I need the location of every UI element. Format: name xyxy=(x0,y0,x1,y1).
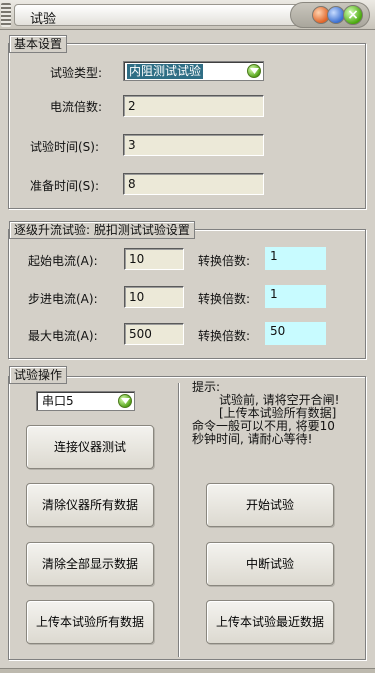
basic-settings-legend: 基本设置 xyxy=(9,35,68,53)
current-multiple-label: 电流倍数: xyxy=(50,100,103,114)
serial-port-value: 串口5 xyxy=(42,394,74,408)
window-title: 试验 xyxy=(30,12,57,27)
max-current-label: 最大电流(A): xyxy=(28,329,98,343)
upload-recent-data-button[interactable]: 上传本试验最近数据 xyxy=(206,600,334,644)
connect-instrument-button[interactable]: 连接仪器测试 xyxy=(26,425,154,469)
max-conv-label: 转换倍数: xyxy=(198,329,251,343)
start-test-button[interactable]: 开始试验 xyxy=(206,483,334,527)
max-current-input[interactable]: 500 xyxy=(124,323,184,345)
test-type-select[interactable]: 内阻测试试验 xyxy=(123,61,264,81)
clear-instrument-data-button[interactable]: 清除仪器所有数据 xyxy=(26,483,154,527)
close-icon[interactable]: × xyxy=(343,5,363,25)
max-conv-input[interactable]: 50 xyxy=(265,322,326,345)
test-type-label: 试验类型: xyxy=(50,66,103,80)
abort-test-button[interactable]: 中断试验 xyxy=(206,542,334,586)
operations-divider xyxy=(178,383,180,657)
start-conv-label: 转换倍数: xyxy=(198,254,251,268)
dropdown-icon[interactable] xyxy=(247,64,261,78)
test-type-value: 内阻测试试验 xyxy=(127,64,204,79)
tip-line-3: 命令一般可以不用, 将要10 xyxy=(192,419,335,433)
dropdown-icon[interactable] xyxy=(118,394,132,408)
step-current-legend: 逐级升流试验: 脱扣测试试验设置 xyxy=(9,221,195,239)
prep-time-input[interactable]: 8 xyxy=(123,173,264,195)
prep-time-label: 准备时间(S): xyxy=(30,179,100,193)
tip-line-2: [上传本试验所有数据] xyxy=(219,406,337,420)
step-current-label: 步进电流(A): xyxy=(28,292,98,306)
tip-line-1: 试验前, 请将空开合闸! xyxy=(219,393,340,407)
tip-title: 提示: xyxy=(192,380,221,394)
grip-icon[interactable] xyxy=(1,3,11,27)
step-conv-input[interactable]: 1 xyxy=(265,285,326,308)
current-multiple-input[interactable]: 2 xyxy=(123,95,264,117)
upload-all-data-button[interactable]: 上传本试验所有数据 xyxy=(26,600,154,644)
title-bar: 试验 × xyxy=(0,0,375,30)
step-current-input[interactable]: 10 xyxy=(124,286,184,308)
start-current-input[interactable]: 10 xyxy=(124,248,184,270)
operations-legend: 试验操作 xyxy=(9,366,68,384)
serial-port-select[interactable]: 串口5 xyxy=(36,391,135,411)
start-current-label: 起始电流(A): xyxy=(28,254,98,268)
window-bottom-edge xyxy=(0,668,375,673)
start-conv-input[interactable]: 1 xyxy=(265,247,326,270)
title-pill xyxy=(14,4,300,26)
tip-line-4: 秒钟时间, 请耐心等待! xyxy=(192,432,313,446)
test-time-label: 试验时间(S): xyxy=(30,140,100,154)
clear-display-data-button[interactable]: 清除全部显示数据 xyxy=(26,542,154,586)
test-time-input[interactable]: 3 xyxy=(123,134,264,156)
step-conv-label: 转换倍数: xyxy=(198,292,251,306)
